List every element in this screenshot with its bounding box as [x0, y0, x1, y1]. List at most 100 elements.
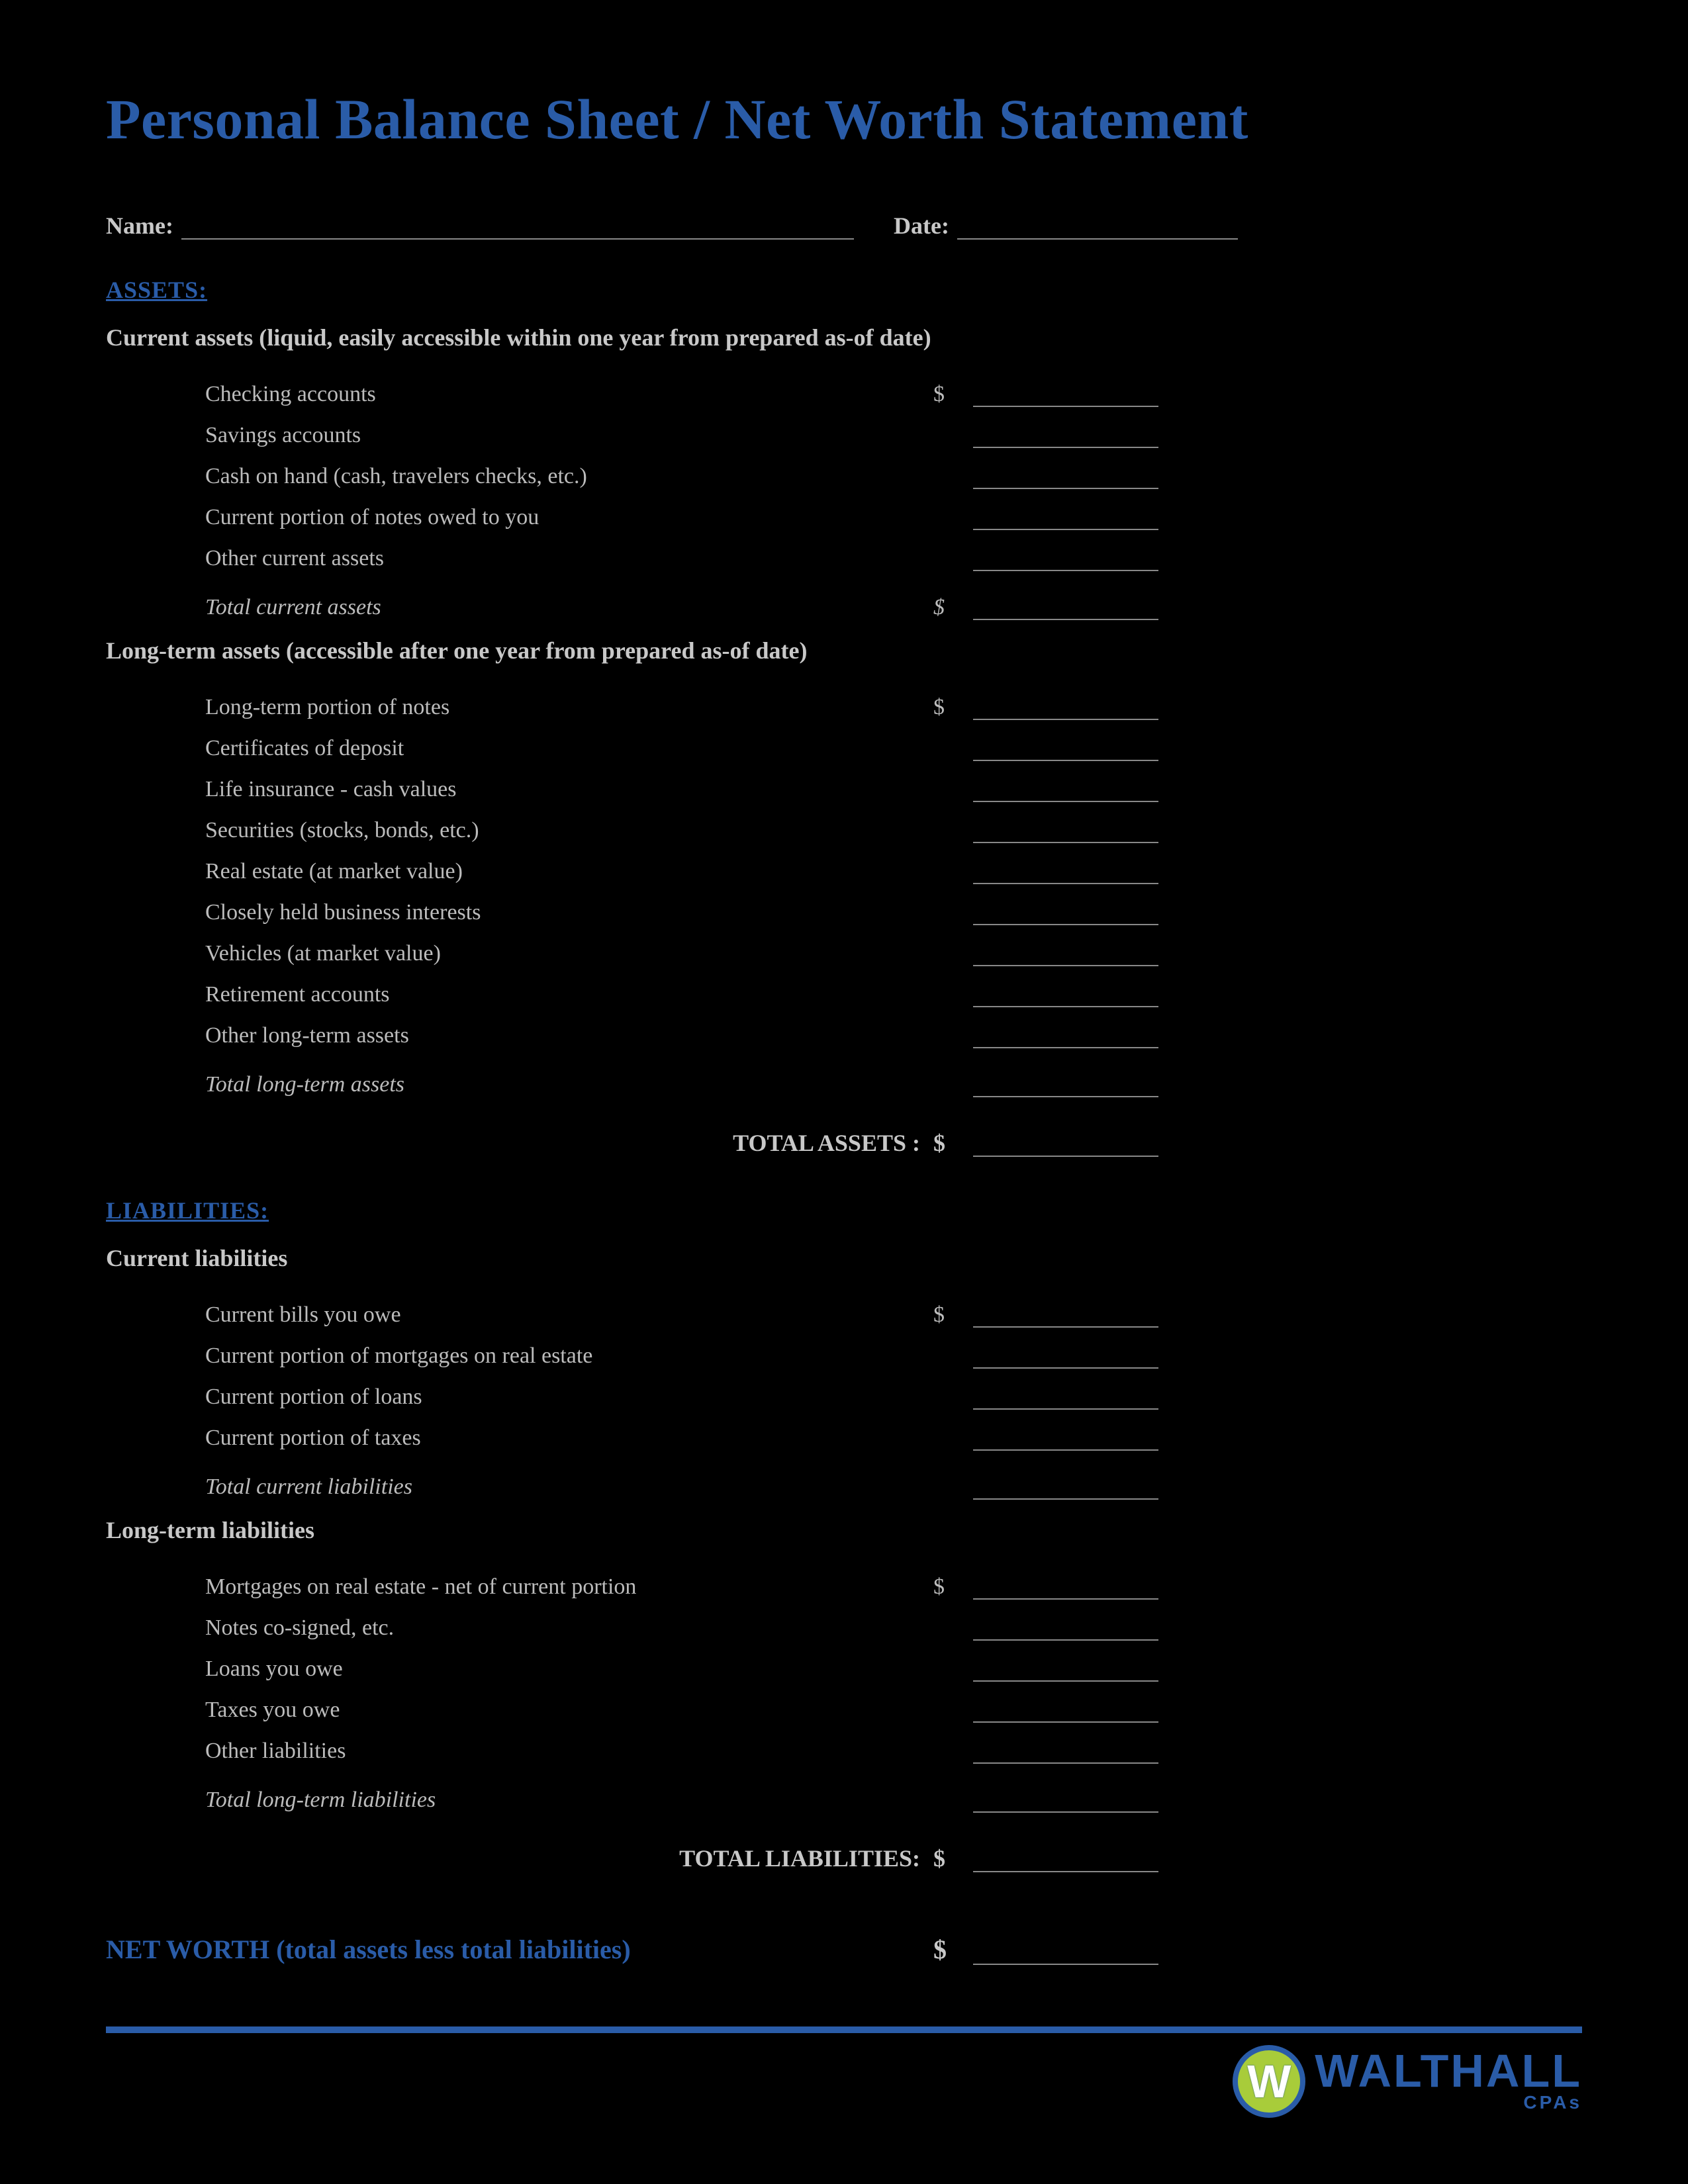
amount-input-line[interactable] [973, 780, 1158, 802]
name-input-line[interactable] [181, 216, 854, 240]
total-assets-input-line[interactable] [973, 1133, 1158, 1157]
line-item: Cash on hand (cash, travelers checks, et… [205, 448, 1582, 489]
current-liabilities-subhead: Current liabilities [106, 1244, 1582, 1272]
amount-input-line[interactable] [973, 1618, 1158, 1641]
line-item: Current portion of mortgages on real est… [205, 1328, 1582, 1369]
line-item: Mortgages on real estate - net of curren… [205, 1559, 1582, 1600]
line-item-label: Retirement accounts [205, 982, 933, 1007]
subtotal-row: Total current assets$ [205, 579, 1582, 620]
date-label: Date: [894, 212, 949, 240]
line-item: Life insurance - cash values [205, 761, 1582, 802]
amount-input-line[interactable] [973, 821, 1158, 843]
line-item: Savings accounts [205, 407, 1582, 448]
amount-input-line[interactable] [973, 1700, 1158, 1723]
current-assets-subhead: Current assets (liquid, easily accessibl… [106, 324, 1582, 351]
line-item-label: Savings accounts [205, 423, 933, 448]
line-item-label: Long-term portion of notes [205, 695, 933, 720]
subtotal-input-line[interactable] [973, 1477, 1158, 1500]
amount-input-line[interactable] [973, 1577, 1158, 1600]
amount-input-line[interactable] [973, 903, 1158, 925]
subtotal-label: Total long-term assets [205, 1072, 933, 1097]
dollar-sign: $ [933, 382, 966, 407]
line-item-label: Loans you owe [205, 1657, 933, 1682]
subtotal-input-line[interactable] [973, 1790, 1158, 1813]
amount-input-line[interactable] [973, 862, 1158, 884]
line-item-label: Mortgages on real estate - net of curren… [205, 1574, 933, 1600]
longterm-assets-subhead: Long-term assets (accessible after one y… [106, 637, 1582, 664]
line-item: Other liabilities [205, 1723, 1582, 1764]
subtotal-label: Total current assets [205, 595, 933, 620]
page: Personal Balance Sheet / Net Worth State… [0, 0, 1688, 2184]
amount-input-line[interactable] [973, 985, 1158, 1007]
liabilities-heading: LIABILITIES: [106, 1197, 1582, 1224]
total-liabilities-input-line[interactable] [973, 1848, 1158, 1872]
longterm-liabilities-subhead: Long-term liabilities [106, 1516, 1582, 1544]
line-item-label: Taxes you owe [205, 1698, 933, 1723]
current-liabilities-items: Current bills you owe$Current portion of… [106, 1287, 1582, 1500]
line-item-label: Notes co-signed, etc. [205, 1615, 933, 1641]
amount-input-line[interactable] [973, 1346, 1158, 1369]
footer: W WALTHALL CPAs [106, 2026, 1582, 2118]
page-title: Personal Balance Sheet / Net Worth State… [106, 86, 1582, 152]
line-item-label: Current portion of mortgages on real est… [205, 1343, 933, 1369]
dollar-sign: $ [933, 1844, 966, 1872]
networth-row: NET WORTH (total assets less total liabi… [106, 1925, 1582, 1965]
line-item-label: Life insurance - cash values [205, 777, 933, 802]
footer-logo: W WALTHALL CPAs [106, 2045, 1582, 2118]
amount-input-line[interactable] [973, 739, 1158, 761]
line-item: Notes co-signed, etc. [205, 1600, 1582, 1641]
meta-row: Name: Date: [106, 212, 1582, 240]
line-item: Current bills you owe$ [205, 1287, 1582, 1328]
brand-name: WALTHALL [1315, 2050, 1582, 2092]
assets-heading: ASSETS: [106, 276, 1582, 304]
line-item: Vehicles (at market value) [205, 925, 1582, 966]
amount-input-line[interactable] [973, 549, 1158, 571]
subtotal-row: Total long-term assets [205, 1056, 1582, 1097]
line-item: Certificates of deposit [205, 720, 1582, 761]
line-item-label: Current bills you owe [205, 1302, 933, 1328]
footer-rule [106, 2026, 1582, 2033]
brand-sub: CPAs [1523, 2092, 1582, 2113]
line-item: Real estate (at market value) [205, 843, 1582, 884]
amount-input-line[interactable] [973, 508, 1158, 530]
longterm-liabilities-items: Mortgages on real estate - net of curren… [106, 1559, 1582, 1813]
logo-text: WALTHALL CPAs [1315, 2050, 1582, 2113]
dollar-sign: $ [933, 1129, 966, 1157]
amount-input-line[interactable] [973, 1305, 1158, 1328]
line-item-label: Cash on hand (cash, travelers checks, et… [205, 464, 933, 489]
amount-input-line[interactable] [973, 1428, 1158, 1451]
line-item: Loans you owe [205, 1641, 1582, 1682]
line-item: Checking accounts$ [205, 366, 1582, 407]
date-input-line[interactable] [957, 216, 1238, 240]
networth-input-line[interactable] [973, 1938, 1158, 1965]
subtotal-input-line[interactable] [973, 598, 1158, 620]
subtotal-row: Total long-term liabilities [205, 1772, 1582, 1813]
line-item: Current portion of taxes [205, 1410, 1582, 1451]
line-item-label: Vehicles (at market value) [205, 941, 933, 966]
amount-input-line[interactable] [973, 1659, 1158, 1682]
subtotal-label: Total current liabilities [205, 1475, 933, 1500]
line-item: Retirement accounts [205, 966, 1582, 1007]
amount-input-line[interactable] [973, 1741, 1158, 1764]
amount-input-line[interactable] [973, 698, 1158, 720]
total-assets-label: TOTAL ASSETS : [205, 1129, 933, 1157]
line-item: Current portion of notes owed to you [205, 489, 1582, 530]
name-field: Name: [106, 212, 854, 240]
amount-input-line[interactable] [973, 1387, 1158, 1410]
subtotal-label: Total long-term liabilities [205, 1788, 933, 1813]
amount-input-line[interactable] [973, 1026, 1158, 1048]
line-item-label: Checking accounts [205, 382, 933, 407]
networth-label: NET WORTH (total assets less total liabi… [106, 1934, 933, 1965]
amount-input-line[interactable] [973, 426, 1158, 448]
subtotal-input-line[interactable] [973, 1075, 1158, 1097]
line-item: Taxes you owe [205, 1682, 1582, 1723]
amount-input-line[interactable] [973, 385, 1158, 407]
amount-input-line[interactable] [973, 467, 1158, 489]
line-item-label: Other current assets [205, 546, 933, 571]
date-field: Date: [894, 212, 1238, 240]
line-item: Current portion of loans [205, 1369, 1582, 1410]
amount-input-line[interactable] [973, 944, 1158, 966]
line-item: Closely held business interests [205, 884, 1582, 925]
dollar-sign: $ [933, 1302, 966, 1328]
line-item-label: Other liabilities [205, 1739, 933, 1764]
